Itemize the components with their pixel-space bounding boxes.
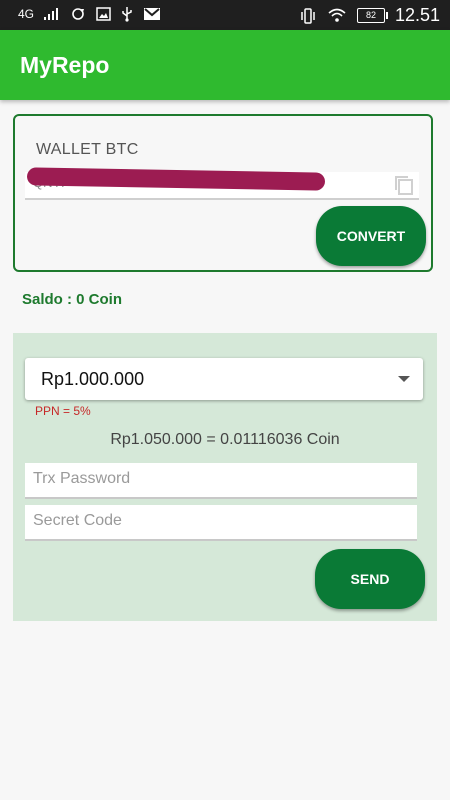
sync-icon <box>72 8 85 20</box>
status-bar: 4G 82 12.51 <box>0 0 450 30</box>
gmail-icon <box>144 8 161 20</box>
conversion-text: Rp1.050.000 = 0.01116036 Coin <box>110 431 340 448</box>
wallet-address-field[interactable]: QNYP <box>25 167 419 200</box>
copy-icon[interactable] <box>393 174 415 196</box>
trx-password-field[interactable] <box>25 463 417 499</box>
wallet-card: WALLET BTC QNYP CONVERT <box>13 114 433 272</box>
amount-selected-value: Rp1.000.000 <box>41 369 145 389</box>
dropdown-arrow-icon <box>398 376 410 382</box>
send-button[interactable]: SEND <box>315 549 425 609</box>
status-right: 82 12.51 <box>299 5 440 26</box>
convert-button[interactable]: CONVERT <box>316 206 426 266</box>
wifi-icon <box>328 8 346 22</box>
vibrate-icon <box>301 7 315 24</box>
status-left: 4G <box>18 6 161 22</box>
app-bar: MyRepo <box>0 30 450 100</box>
transaction-form: Rp1.000.000 PPN = 5% Rp1.050.000 = 0.011… <box>13 333 437 621</box>
app-title: MyRepo <box>20 52 110 78</box>
secret-code-input[interactable] <box>31 505 415 537</box>
usb-icon <box>122 7 132 22</box>
battery-icon: 82 <box>356 8 388 23</box>
secret-code-field[interactable] <box>25 505 417 541</box>
wallet-label: WALLET BTC <box>36 141 139 158</box>
amount-dropdown[interactable]: Rp1.000.000 <box>25 358 423 400</box>
image-icon <box>96 7 111 21</box>
ppn-label: PPN = 5% <box>35 404 91 418</box>
redaction-scribble <box>26 167 326 191</box>
network-label: 4G <box>18 7 35 21</box>
trx-password-input[interactable] <box>31 463 415 495</box>
balance-text: Saldo : 0 Coin <box>22 291 123 308</box>
clock: 12.51 <box>394 5 440 25</box>
signal-icon <box>44 8 59 20</box>
